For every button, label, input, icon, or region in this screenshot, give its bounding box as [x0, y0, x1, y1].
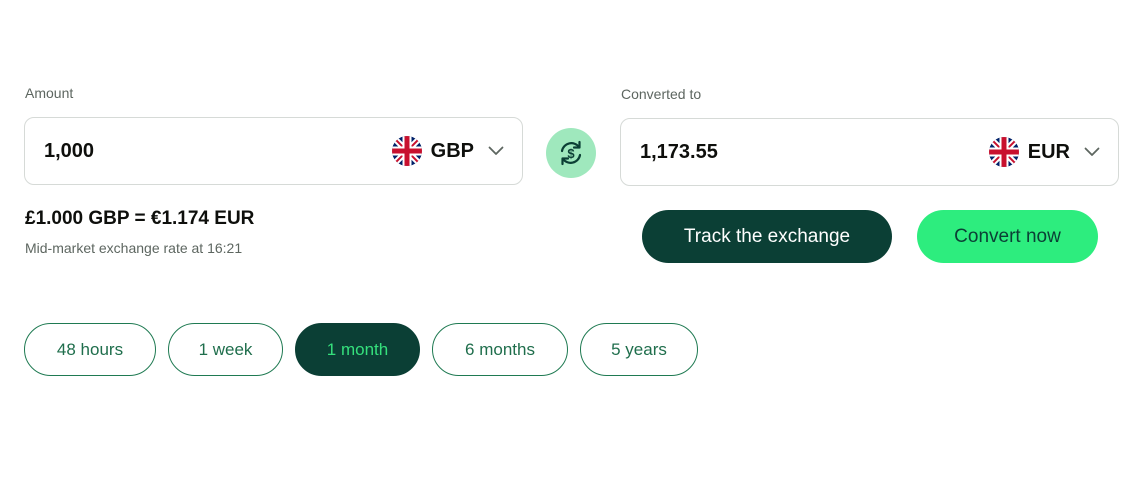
period-tab-48-hours[interactable]: 48 hours — [24, 323, 156, 376]
uk-flag-icon — [988, 137, 1019, 167]
swap-currencies-button[interactable]: $ — [546, 128, 596, 178]
currency-swap-icon: $ — [560, 140, 582, 166]
uk-flag-icon — [391, 136, 422, 166]
converted-input[interactable]: 1,173.55 — [621, 141, 989, 164]
period-tab-1-month[interactable]: 1 month — [295, 323, 420, 376]
track-exchange-button[interactable]: Track the exchange — [642, 210, 892, 263]
chevron-down-icon — [1084, 147, 1100, 156]
convert-now-button[interactable]: Convert now — [917, 210, 1098, 263]
converted-label: Converted to — [621, 86, 702, 102]
converted-currency-select[interactable]: EUR — [988, 137, 1100, 167]
converted-currency-code: EUR — [1027, 140, 1070, 163]
period-tab-6-months[interactable]: 6 months — [432, 323, 568, 376]
period-tab-5-years[interactable]: 5 years — [580, 323, 698, 376]
exchange-rate-note: Mid-market exchange rate at 16:21 — [25, 240, 243, 256]
svg-text:$: $ — [567, 146, 575, 161]
amount-label: Amount — [25, 85, 74, 101]
converted-field[interactable]: 1,173.55 EUR — [620, 118, 1119, 186]
period-tab-1-week[interactable]: 1 week — [168, 323, 283, 376]
amount-currency-select[interactable]: GBP — [391, 136, 504, 166]
amount-currency-code: GBP — [430, 139, 474, 162]
chevron-down-icon — [488, 146, 504, 155]
amount-field[interactable]: 1,000 GBP — [24, 117, 523, 185]
exchange-rate-summary: £1.000 GBP = €1.174 EUR — [25, 208, 255, 229]
amount-input[interactable]: 1,000 — [25, 140, 392, 163]
